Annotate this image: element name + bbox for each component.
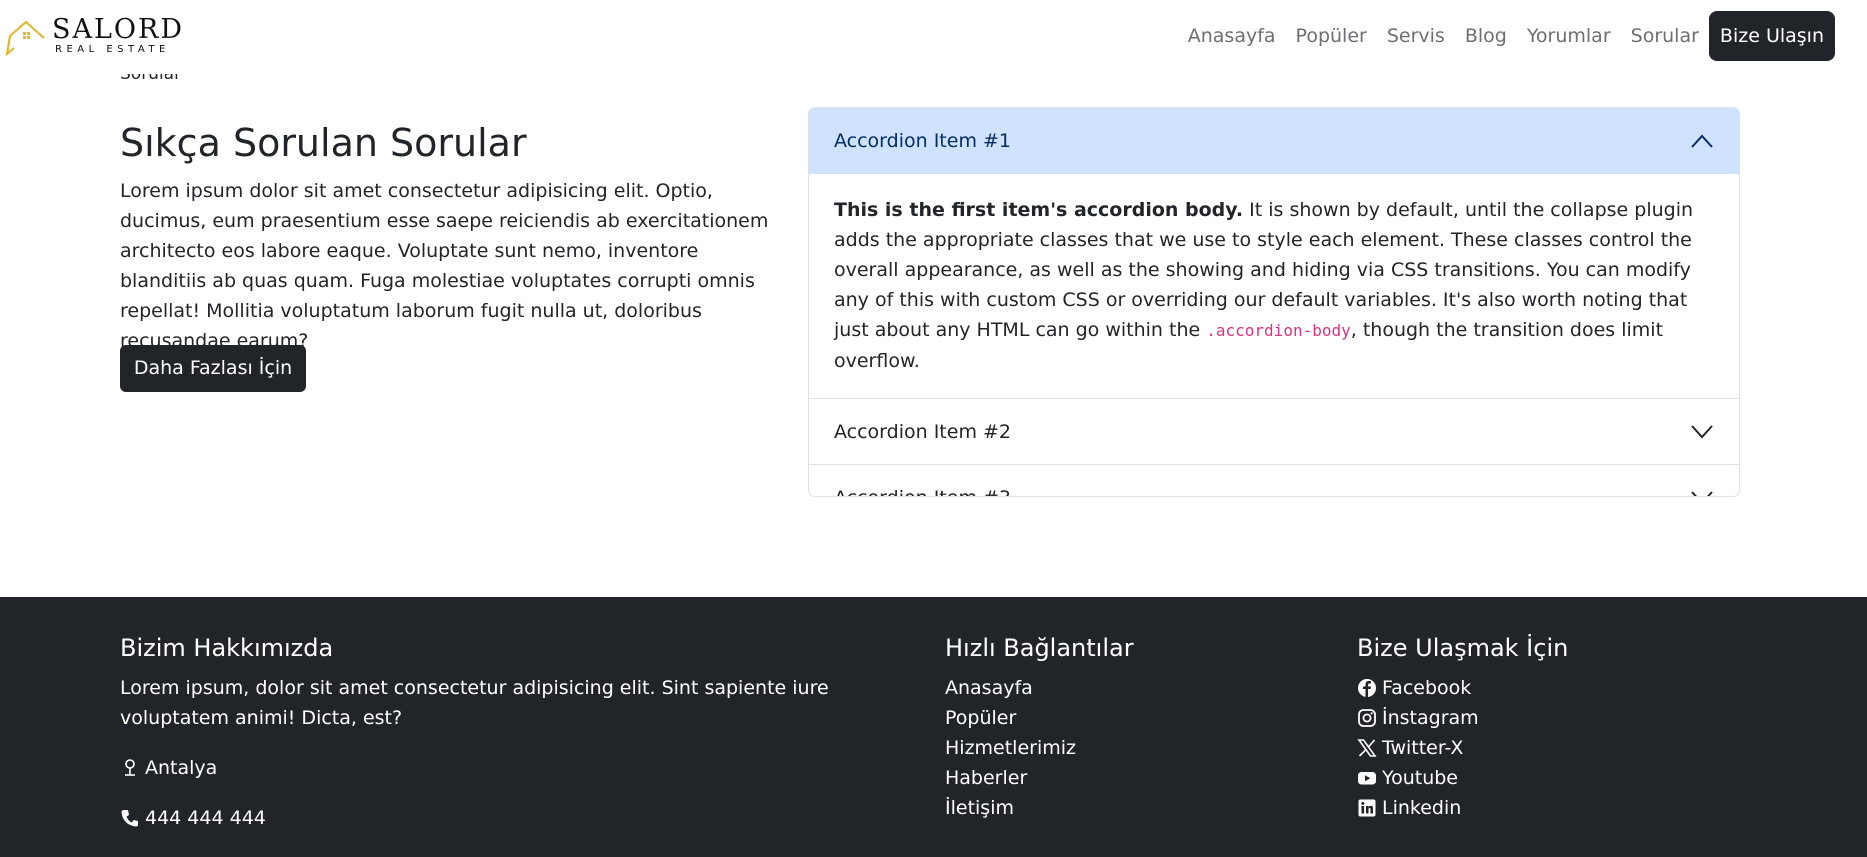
nav-link-sorular[interactable]: Sorular [1621,10,1709,62]
footer-link-anasayfa[interactable]: Anasayfa [945,673,1134,703]
contact-us-button[interactable]: Bize Ulaşın [1708,11,1835,61]
navbar: SALORD REAL ESTATE Anasayfa Popüler Serv… [0,0,1867,74]
footer-about: Bizim Hakkımızda Lorem ipsum, dolor sit … [120,633,890,833]
youtube-icon [1358,772,1376,785]
accordion-item-1-header[interactable]: Accordion Item #1 [809,108,1739,174]
phone-icon [121,810,138,827]
brand-logo-link[interactable]: SALORD REAL ESTATE [4,14,184,60]
faq-accordion: Accordion Item #1 This is the first item… [808,107,1740,497]
more-info-button[interactable]: Daha Fazlası İçin [120,345,306,392]
accordion-item-3-title: Accordion Item #3 [834,487,1011,496]
footer-link-haberler[interactable]: Haberler [945,763,1134,793]
footer-link-populer[interactable]: Popüler [945,703,1134,733]
footer-link-linkedin[interactable]: Linkedin [1357,793,1568,823]
footer-link-facebook[interactable]: Facebook [1357,673,1568,703]
map-pin-icon [125,759,135,776]
chevron-down-icon [1691,424,1713,438]
footer: Bizim Hakkımızda Lorem ipsum, dolor sit … [0,597,1867,857]
accordion-item-3-header[interactable]: Accordion Item #3 [809,465,1739,496]
footer-location: Antalya [120,753,890,783]
faq-description: Lorem ipsum dolor sit amet consectetur a… [120,180,769,352]
footer-contact: Bize Ulaşmak İçin Facebook İnstagram Twi… [1357,633,1568,823]
page-title: Sıkça Sorulan Sorular [120,121,527,165]
accordion-item-1-body: This is the first item's accordion body.… [809,174,1739,399]
footer-link-hizmetlerimiz[interactable]: Hizmetlerimiz [945,733,1134,763]
footer-link-instagram[interactable]: İnstagram [1357,703,1568,733]
accordion-item-2-header[interactable]: Accordion Item #2 [809,399,1739,465]
footer-link-youtube[interactable]: Youtube [1357,763,1568,793]
footer-quick-links: Hızlı Bağlantılar Anasayfa Popüler Hizme… [945,633,1134,823]
footer-link-twitter[interactable]: Twitter-X [1357,733,1568,763]
footer-about-title: Bizim Hakkımızda [120,634,334,662]
footer-quick-links-title: Hızlı Bağlantılar [945,634,1134,662]
accordion-body-code: .accordion-body [1206,321,1351,340]
nav-link-anasayfa[interactable]: Anasayfa [1178,10,1286,62]
footer-link-iletisim[interactable]: İletişim [945,793,1134,823]
nav-link-servis[interactable]: Servis [1377,10,1455,62]
nav-link-blog[interactable]: Blog [1455,10,1517,62]
house-logo-icon [5,20,45,57]
instagram-icon [1358,709,1376,727]
section-label: Sorular [120,71,182,84]
chevron-up-icon [1691,134,1713,148]
x-twitter-icon [1357,739,1377,757]
linkedin-icon [1358,799,1376,817]
footer-contact-title: Bize Ulaşmak İçin [1357,634,1569,662]
footer-about-text: Lorem ipsum, dolor sit amet consectetur … [120,677,829,729]
nav-link-yorumlar[interactable]: Yorumlar [1517,10,1621,62]
main-nav: Anasayfa Popüler Servis Blog Yorumlar So… [1178,10,1835,62]
footer-phone: 444 444 444 [120,803,890,833]
brand-name: SALORD [52,14,185,45]
accordion-body-strong: This is the first item's accordion body. [834,199,1244,221]
brand-subtitle: REAL ESTATE [55,44,170,55]
accordion-item-2-title: Accordion Item #2 [834,420,1012,443]
chevron-down-icon [1691,491,1713,496]
facebook-icon [1358,679,1376,697]
nav-link-populer[interactable]: Popüler [1286,10,1377,62]
accordion-item-1-title: Accordion Item #1 [834,130,1012,152]
